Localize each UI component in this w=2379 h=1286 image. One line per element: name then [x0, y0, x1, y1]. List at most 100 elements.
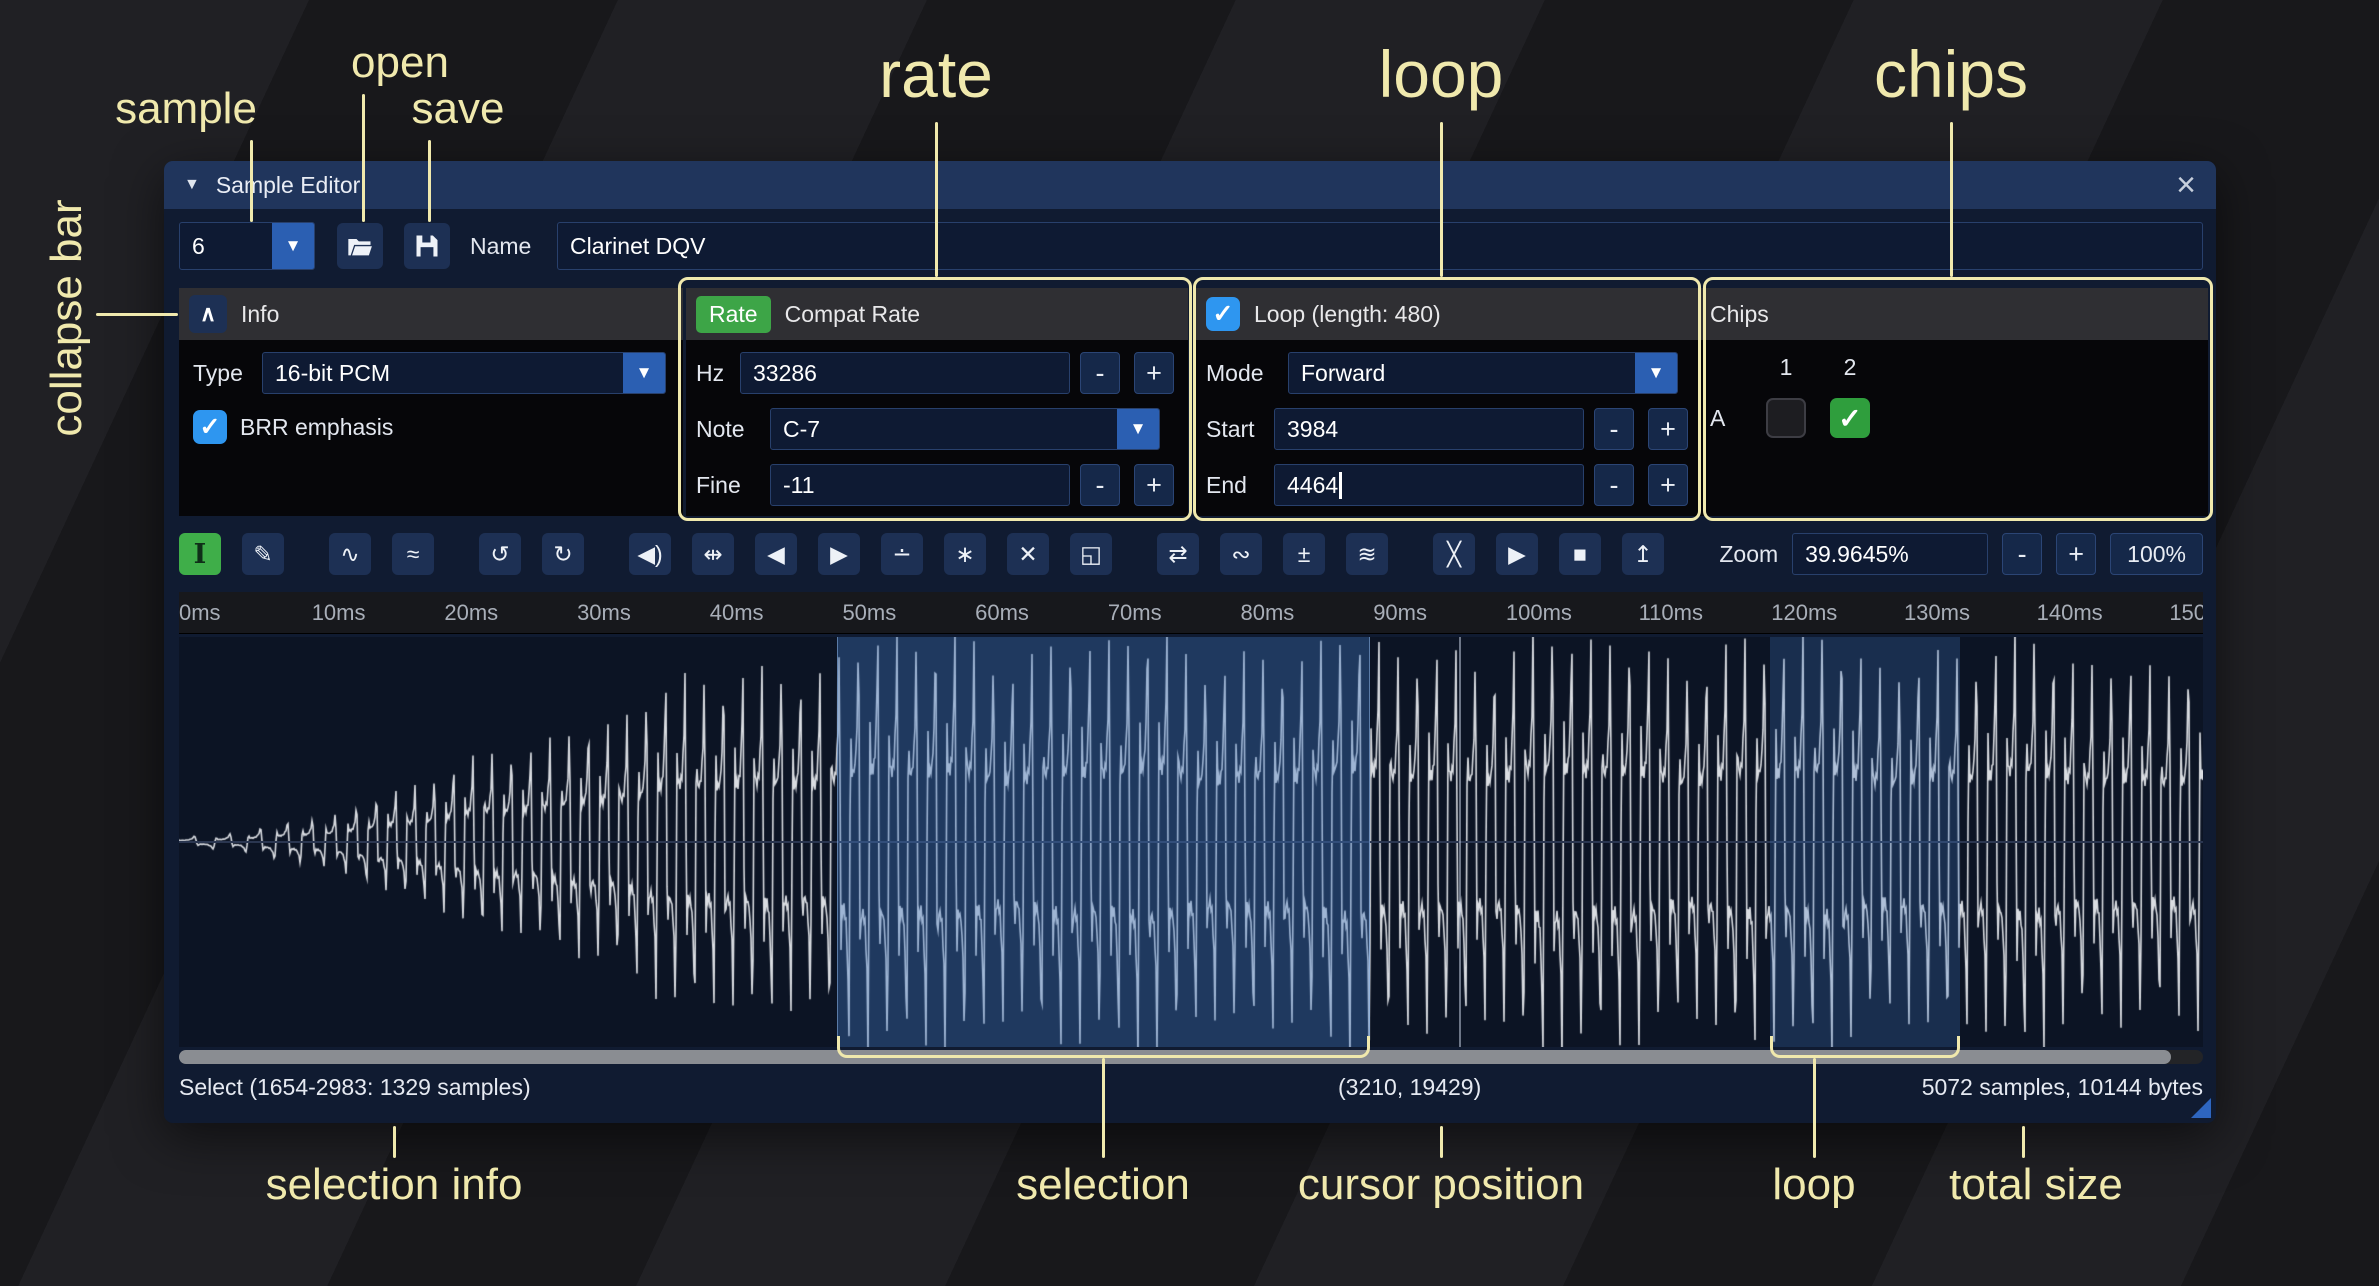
info-collapse-button[interactable]: ∧ — [189, 295, 227, 333]
annotation-bracket-selection — [837, 1036, 1370, 1058]
chevron-up-icon: ∧ — [200, 301, 216, 327]
close-icon[interactable]: × — [2176, 168, 2196, 202]
annotation-line-collapse-bar — [96, 313, 178, 316]
annotation-open: open — [351, 38, 449, 88]
list-item: 80ms — [1241, 592, 1374, 633]
type-label: Type — [193, 352, 243, 394]
open-button[interactable] — [337, 223, 383, 269]
sample-toolbar: I ✎ ∿ ≈ ↺ ↻ ◀) ⇹ ◀ ▶ ∸ ∗ ✕ ◱ ⇄ ∾ ± ≋ ╳ ▶ ■ ↥ Zoom 39.9645% - … — [179, 528, 2203, 580]
annotation-box-chips — [1703, 277, 2213, 521]
list-item: 130ms — [1904, 592, 2037, 633]
selection-info-text: Select (1654-2983: 1329 samples) — [179, 1065, 531, 1109]
redo-button[interactable]: ↻ — [542, 533, 584, 575]
list-item: 60ms — [975, 592, 1108, 633]
name-input[interactable]: Clarinet DQV — [557, 222, 2203, 270]
sample-select-value: 6 — [192, 233, 272, 260]
annotation-loop-bottom: loop — [1772, 1160, 1855, 1210]
create-wavetable-button[interactable]: ≈ — [392, 533, 434, 575]
list-item: 30ms — [577, 592, 710, 633]
sample-cursor-line — [1459, 637, 1461, 1047]
trim-button[interactable]: ◱ — [1070, 533, 1112, 575]
name-label: Name — [470, 222, 531, 270]
window-collapse-icon[interactable]: ▼ — [184, 176, 200, 194]
annotation-selection: selection — [1016, 1160, 1190, 1210]
annotation-line-save — [428, 140, 431, 222]
annotation-chips: chips — [1874, 36, 2028, 112]
brr-emphasis-label: BRR emphasis — [240, 410, 393, 444]
sign-invert-button[interactable]: ± — [1283, 533, 1325, 575]
waveform-display[interactable] — [179, 637, 2203, 1047]
annotation-line-cursor-position — [1440, 1126, 1443, 1158]
type-select[interactable]: 16-bit PCM ▼ — [262, 352, 666, 394]
window-title: Sample Editor — [216, 172, 360, 199]
brr-emphasis-checkbox[interactable]: ✓ — [193, 410, 227, 444]
annotation-rate: rate — [879, 36, 993, 112]
sample-select[interactable]: 6 ▼ — [179, 222, 315, 270]
list-item: 40ms — [710, 592, 843, 633]
list-item: 140ms — [2037, 592, 2170, 633]
zoom-in-button[interactable]: + — [2056, 533, 2096, 575]
annotation-line-selection — [1102, 1058, 1105, 1158]
floppy-disk-icon — [413, 232, 441, 260]
name-value: Clarinet DQV — [570, 233, 705, 260]
annotation-bracket-loop — [1770, 1036, 1960, 1058]
delete-button[interactable]: ✕ — [1007, 533, 1049, 575]
selection-overlay[interactable] — [837, 637, 1370, 1047]
resize-grip[interactable] — [2191, 1098, 2211, 1118]
loop-region-overlay — [1770, 637, 1960, 1047]
stop-preview-button[interactable]: ■ — [1559, 533, 1601, 575]
annotation-box-loop — [1193, 277, 1701, 521]
list-item: 50ms — [842, 592, 975, 633]
zoom-input[interactable]: 39.9645% — [1792, 533, 1988, 575]
window-titlebar[interactable]: ▼ Sample Editor × — [164, 161, 2216, 209]
filter-button[interactable]: ≋ — [1346, 533, 1388, 575]
dropdown-arrow-icon[interactable]: ▼ — [623, 353, 665, 393]
insert-silence-button[interactable]: ∸ — [881, 533, 923, 575]
import-button[interactable]: ↥ — [1622, 533, 1664, 575]
zoom-controls: Zoom 39.9645% - + 100% — [1719, 533, 2203, 575]
list-item: 70ms — [1108, 592, 1241, 633]
crossfade-button[interactable]: ╳ — [1433, 533, 1475, 575]
zoom-reset-button[interactable]: 100% — [2110, 533, 2203, 575]
resample-button[interactable]: ∿ — [329, 533, 371, 575]
fade-in-button[interactable]: ◀ — [755, 533, 797, 575]
select-mode-button[interactable]: I — [179, 533, 221, 575]
folder-open-icon — [346, 232, 374, 260]
info-panel: ∧ Info Type 16-bit PCM ▼ ✓ BRR emphasis — [179, 288, 683, 516]
annotation-line-sample — [250, 140, 253, 222]
desktop-background: ▼ Sample Editor × 6 ▼ Name Clarinet DQV — [0, 0, 2379, 1286]
list-item: 150ms — [2169, 592, 2203, 633]
preview-button[interactable]: ▶ — [1496, 533, 1538, 575]
annotation-loop: loop — [1379, 36, 1504, 112]
invert-button[interactable]: ∾ — [1220, 533, 1262, 575]
annotation-line-chips — [1950, 122, 1953, 277]
info-panel-header: ∧ Info — [179, 288, 683, 340]
zoom-out-button[interactable]: - — [2002, 533, 2042, 575]
list-item: 10ms — [312, 592, 445, 633]
annotation-line-loop-bottom — [1813, 1058, 1816, 1158]
list-item: 100ms — [1506, 592, 1639, 633]
annotation-collapse-bar: collapse bar — [42, 199, 92, 436]
normalize-button[interactable]: ⇹ — [692, 533, 734, 575]
apply-silence-button[interactable]: ∗ — [944, 533, 986, 575]
draw-mode-button[interactable]: ✎ — [242, 533, 284, 575]
toolbar-buttons: I ✎ ∿ ≈ ↺ ↻ ◀) ⇹ ◀ ▶ ∸ ∗ ✕ ◱ ⇄ ∾ ± ≋ ╳ ▶ ■ ↥ — [179, 533, 1664, 575]
cursor-position-text: (3210, 19429) — [1338, 1065, 1481, 1109]
annotation-box-rate — [678, 277, 1192, 521]
annotation-total-size: total size — [1949, 1160, 2123, 1210]
amplify-button[interactable]: ◀) — [629, 533, 671, 575]
save-button[interactable] — [404, 223, 450, 269]
dropdown-arrow-icon[interactable]: ▼ — [272, 223, 314, 269]
list-item: 20ms — [444, 592, 577, 633]
reverse-button[interactable]: ⇄ — [1157, 533, 1199, 575]
annotation-sample: sample — [115, 84, 257, 134]
list-item: 110ms — [1639, 592, 1772, 633]
fade-out-button[interactable]: ▶ — [818, 533, 860, 575]
check-icon: ✓ — [200, 412, 221, 442]
info-panel-title: Info — [241, 301, 279, 328]
undo-button[interactable]: ↺ — [479, 533, 521, 575]
annotation-save: save — [412, 84, 505, 134]
timeline-ruler[interactable]: 0ms10ms20ms30ms40ms50ms60ms70ms80ms90ms1… — [179, 592, 2203, 634]
zoom-label: Zoom — [1719, 541, 1778, 568]
annotation-line-open — [362, 94, 365, 222]
